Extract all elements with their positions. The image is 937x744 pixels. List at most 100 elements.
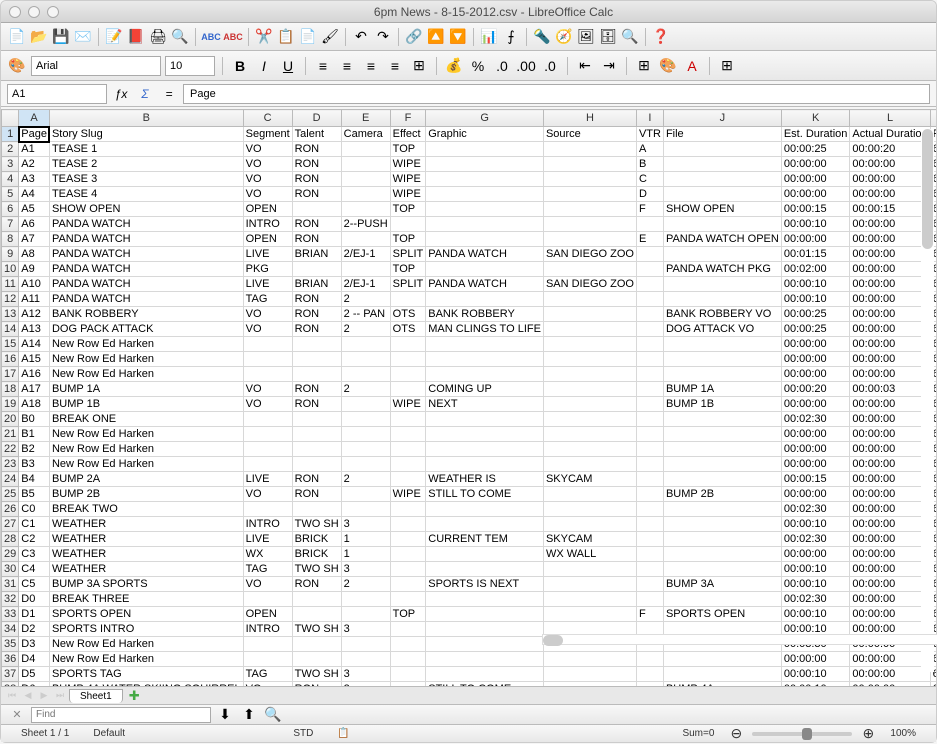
- cell[interactable]: 2: [341, 382, 390, 397]
- styles-icon[interactable]: 🎨: [7, 56, 27, 76]
- cell[interactable]: Segment: [243, 127, 292, 142]
- edit-icon[interactable]: 📝: [104, 27, 124, 47]
- cell[interactable]: [543, 592, 636, 607]
- cell[interactable]: [341, 652, 390, 667]
- cell[interactable]: 00:00:03: [850, 382, 930, 397]
- cell[interactable]: [390, 622, 426, 637]
- cell[interactable]: RON: [292, 157, 341, 172]
- cell[interactable]: 00:00:25: [781, 322, 850, 337]
- font-name-input[interactable]: [31, 56, 161, 76]
- cell[interactable]: OPEN: [243, 232, 292, 247]
- cell[interactable]: 00:00:00: [781, 442, 850, 457]
- cell[interactable]: New Row Ed Harken: [49, 367, 243, 382]
- cell[interactable]: PANDA WATCH OPEN: [663, 232, 781, 247]
- cell[interactable]: [636, 472, 663, 487]
- row-header[interactable]: 32: [2, 592, 19, 607]
- cell[interactable]: [663, 547, 781, 562]
- cell[interactable]: [390, 502, 426, 517]
- cell[interactable]: 00:00:00: [850, 442, 930, 457]
- increase-indent-icon[interactable]: ⇥: [599, 56, 619, 76]
- cell[interactable]: 00:00:10: [781, 217, 850, 232]
- cell[interactable]: 3: [341, 622, 390, 637]
- cell[interactable]: B3: [19, 457, 50, 472]
- cell[interactable]: [390, 337, 426, 352]
- cell[interactable]: PANDA WATCH PKG: [663, 262, 781, 277]
- cell[interactable]: TWO SH: [292, 562, 341, 577]
- cell[interactable]: RON: [292, 307, 341, 322]
- cell[interactable]: D5: [19, 667, 50, 682]
- cell[interactable]: [243, 367, 292, 382]
- cell[interactable]: [390, 292, 426, 307]
- cell[interactable]: 00:00:00: [850, 157, 930, 172]
- cell[interactable]: 00:00:10: [781, 577, 850, 592]
- cell[interactable]: [663, 187, 781, 202]
- cell[interactable]: [390, 427, 426, 442]
- cell[interactable]: RON: [292, 397, 341, 412]
- cell[interactable]: [636, 457, 663, 472]
- cell[interactable]: [292, 442, 341, 457]
- borders-icon[interactable]: ⊞: [634, 56, 654, 76]
- cell[interactable]: 00:00:10: [781, 517, 850, 532]
- cell[interactable]: 00:02:30: [781, 532, 850, 547]
- cell[interactable]: 2/EJ-1: [341, 277, 390, 292]
- cell[interactable]: [636, 247, 663, 262]
- cell[interactable]: TOP: [390, 142, 426, 157]
- cell[interactable]: 00:00:00: [850, 307, 930, 322]
- column-header-I[interactable]: I: [636, 110, 663, 127]
- cell[interactable]: 00:01:15: [781, 247, 850, 262]
- cell[interactable]: [636, 427, 663, 442]
- cell[interactable]: 2--PUSH: [341, 217, 390, 232]
- row-header[interactable]: 18: [2, 382, 19, 397]
- cell[interactable]: SAN DIEGO ZOO: [543, 247, 636, 262]
- cell[interactable]: [292, 607, 341, 622]
- cell[interactable]: OTS: [390, 322, 426, 337]
- cell[interactable]: [390, 382, 426, 397]
- cell[interactable]: 2: [341, 472, 390, 487]
- cell[interactable]: A2: [19, 157, 50, 172]
- align-left-icon[interactable]: ≡: [313, 56, 333, 76]
- row-header[interactable]: 1: [2, 127, 19, 142]
- cell[interactable]: 00:00:00: [850, 607, 930, 622]
- cell[interactable]: [341, 142, 390, 157]
- cell[interactable]: [543, 157, 636, 172]
- cell[interactable]: B2: [19, 442, 50, 457]
- cell[interactable]: 00:00:15: [781, 202, 850, 217]
- undo-icon[interactable]: ↶: [351, 27, 371, 47]
- select-all-corner[interactable]: [2, 110, 19, 127]
- cell[interactable]: A7: [19, 232, 50, 247]
- cell[interactable]: 00:00:00: [850, 592, 930, 607]
- cell[interactable]: [390, 652, 426, 667]
- cell[interactable]: [341, 427, 390, 442]
- cell[interactable]: [636, 322, 663, 337]
- cell[interactable]: [543, 232, 636, 247]
- cell[interactable]: 00:00:00: [850, 292, 930, 307]
- cell[interactable]: 00:00:00: [850, 517, 930, 532]
- next-sheet-icon[interactable]: ▶: [37, 689, 51, 703]
- gallery-icon[interactable]: 🖼: [576, 27, 596, 47]
- cell[interactable]: [390, 577, 426, 592]
- row-header[interactable]: 25: [2, 487, 19, 502]
- cell[interactable]: 00:00:00: [781, 427, 850, 442]
- zoom-out-icon[interactable]: ⊖: [726, 724, 746, 744]
- cell[interactable]: [663, 652, 781, 667]
- cell[interactable]: 00:00:00: [781, 172, 850, 187]
- cell[interactable]: [390, 592, 426, 607]
- cell[interactable]: [543, 202, 636, 217]
- paste-icon[interactable]: 📄: [298, 27, 318, 47]
- cell[interactable]: VO: [243, 307, 292, 322]
- cell[interactable]: TAG: [243, 667, 292, 682]
- cell[interactable]: 1: [341, 532, 390, 547]
- cell[interactable]: 00:00:10: [781, 607, 850, 622]
- cell[interactable]: LIVE: [243, 532, 292, 547]
- cell[interactable]: [636, 337, 663, 352]
- cell[interactable]: [543, 187, 636, 202]
- cell[interactable]: A1: [19, 142, 50, 157]
- cell[interactable]: 00:00:10: [781, 562, 850, 577]
- cell[interactable]: F: [636, 607, 663, 622]
- cell[interactable]: New Row Ed Harken: [49, 427, 243, 442]
- cell[interactable]: WEATHER: [49, 562, 243, 577]
- row-header[interactable]: 34: [2, 622, 19, 637]
- bold-button[interactable]: B: [230, 56, 250, 76]
- cell[interactable]: 00:00:20: [850, 142, 930, 157]
- cell[interactable]: RON: [292, 472, 341, 487]
